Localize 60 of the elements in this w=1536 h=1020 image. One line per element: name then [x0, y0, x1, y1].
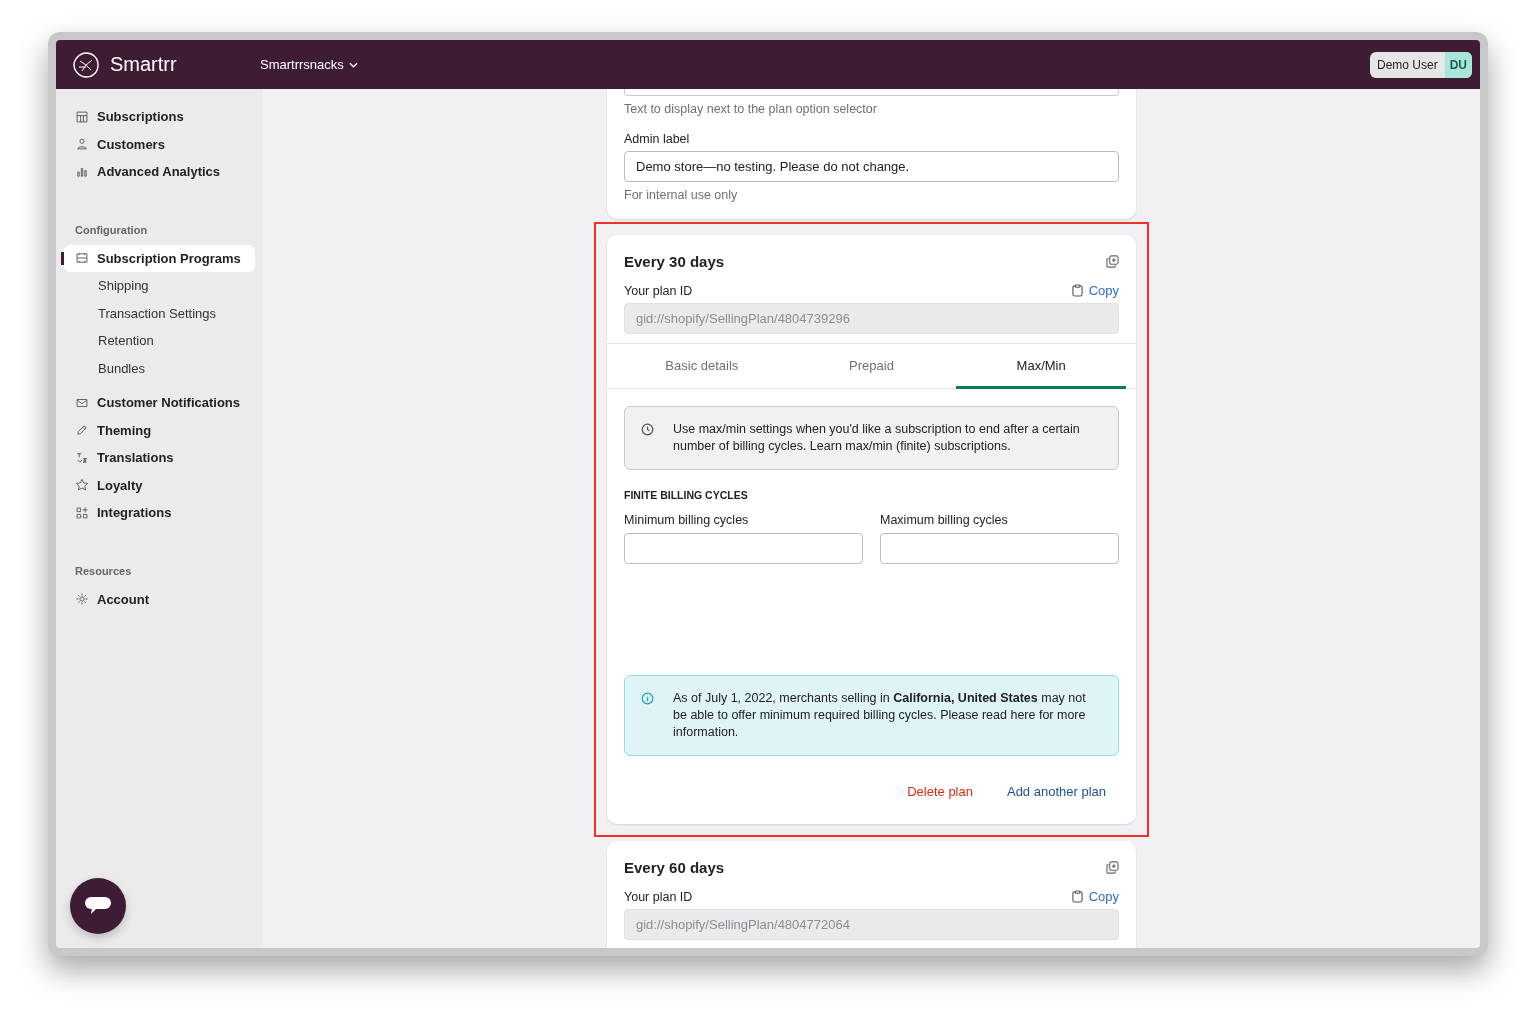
sidebar-item[interactable]: Account [56, 585, 263, 613]
caret-icon [348, 61, 358, 68]
sidebar-item[interactable]: Theming [56, 416, 263, 444]
store-dropdown[interactable]: Smartrrsnacks [260, 57, 358, 72]
tab[interactable]: Max/Min [956, 344, 1126, 389]
sidebar-item[interactable]: Customers [56, 130, 263, 158]
sidebar-subitem[interactable]: Shipping [56, 272, 263, 300]
nav-icon [75, 505, 89, 520]
sidebar-subitem[interactable]: Transaction Settings [56, 299, 263, 327]
nav-icon [75, 137, 89, 152]
sidebar-subitem[interactable]: Retention [56, 327, 263, 355]
note-text: Use max/min settings when you'd like a subscription to end after a certain number of billing cycles. Learn max/min (finite) subscriptions. [673, 421, 1081, 455]
field-label: Your plan ID [624, 889, 693, 904]
nav-icon [75, 423, 89, 438]
field-label: Maximum billing cycles [880, 513, 1009, 527]
alert-text: As of July 1, 2022, merchants selling in California, United States may not be able to offer minimum required billing cycles. Please read here for more information. [673, 690, 1087, 741]
logo-icon [72, 50, 100, 79]
add-button[interactable]: Add another plan [1006, 784, 1106, 799]
info-icon [641, 692, 654, 705]
nav-icon [75, 251, 89, 266]
delete-button[interactable]: Delete plan [907, 784, 973, 799]
sidebar-item[interactable]: Integrations [56, 499, 263, 527]
nav-icon [75, 450, 89, 465]
clock-icon [641, 423, 654, 436]
brand-name: Smartrr [110, 53, 178, 76]
section-heading: Resources [74, 564, 133, 577]
tab[interactable]: Prepaid [786, 344, 957, 389]
chat-button[interactable] [70, 878, 126, 934]
admin-label-field[interactable]: Demo store—no testing. Please do not change. [624, 151, 1119, 182]
user-menu-button[interactable]: Demo User DU [1369, 51, 1472, 78]
sidebar-item[interactable]: Advanced Analytics [56, 158, 263, 186]
text-field[interactable] [624, 89, 1119, 96]
nav-icon [75, 109, 89, 124]
clipboard-icon [1071, 890, 1083, 903]
user-avatar: DU [1444, 51, 1472, 78]
field-label: Your plan ID [624, 283, 693, 298]
plan-title: Every 60 days [624, 859, 725, 876]
nav-icon [75, 592, 89, 607]
field-hint: For internal use only [624, 188, 739, 202]
clipboard-icon [1071, 284, 1083, 297]
duplicate-icon[interactable] [1106, 861, 1119, 874]
sidebar-item[interactable]: Subscriptions [56, 103, 263, 131]
section-heading: FINITE BILLING CYCLES [624, 489, 749, 501]
number-field[interactable] [880, 533, 1119, 564]
field-label: Minimum billing cycles [624, 513, 750, 527]
sidebar-item[interactable]: Customer Notifications [56, 389, 263, 417]
plan-title: Every 30 days [624, 253, 725, 270]
copy-link[interactable]: Copy [1071, 283, 1119, 298]
field-hint: Text to display next to the plan option selector [624, 102, 878, 116]
number-field[interactable] [624, 533, 863, 564]
duplicate-icon[interactable] [1106, 255, 1119, 268]
sidebar-subitem[interactable]: Bundles [56, 354, 263, 382]
copy-link[interactable]: Copy [1071, 889, 1119, 904]
field-label: Admin label [624, 132, 691, 146]
nav-icon [75, 478, 89, 493]
tab[interactable]: Basic details [617, 344, 787, 389]
sidebar-item[interactable]: Translations [56, 444, 263, 472]
sidebar-item[interactable]: Loyalty [56, 471, 263, 499]
sidebar-item[interactable]: Subscription Programs [64, 244, 255, 272]
section-heading: Configuration [74, 223, 149, 236]
